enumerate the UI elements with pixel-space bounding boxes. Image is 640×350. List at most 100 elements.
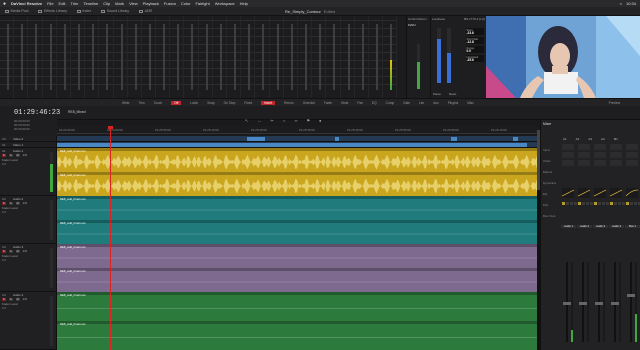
- preview-toggle[interactable]: Preview: [609, 101, 640, 105]
- mute-button[interactable]: M: [15, 153, 20, 157]
- solo-button[interactable]: S: [8, 297, 13, 301]
- mixer-slot[interactable]: [562, 144, 574, 150]
- marker-icon[interactable]: ●: [319, 118, 321, 123]
- apple-icon[interactable]: ●: [3, 1, 6, 7]
- mixer-fader-cap[interactable]: [611, 302, 619, 305]
- automation-snap[interactable]: Snap: [207, 101, 214, 105]
- video-clip[interactable]: [513, 137, 518, 141]
- automation-latch[interactable]: Latch: [190, 101, 198, 105]
- track-name[interactable]: Audio 2: [13, 197, 23, 201]
- mixer-slot[interactable]: [594, 160, 606, 166]
- control-room-mode[interactable]: MAIN: [408, 23, 429, 27]
- project-name[interactable]: Re_Simply_Contour: [285, 9, 321, 14]
- adr-button[interactable]: ADR: [134, 9, 157, 13]
- mixer-slot[interactable]: [610, 144, 622, 150]
- menu-help[interactable]: Help: [240, 1, 248, 6]
- mixer-small-button[interactable]: [586, 202, 589, 205]
- audio-lane-a1[interactable]: RE8_Add_Final.mov RE8_Add_Final.mov: [57, 148, 537, 196]
- mixer-strip-label[interactable]: Audio 4: [609, 225, 624, 228]
- menu-color[interactable]: Color: [181, 1, 191, 6]
- mixer-slot[interactable]: [594, 152, 606, 158]
- mixer-slot[interactable]: [578, 144, 590, 150]
- timeline-name[interactable]: RE8_Mixed: [68, 110, 86, 114]
- eq-curve[interactable]: [561, 188, 575, 198]
- solo-button[interactable]: S: [8, 153, 13, 157]
- track-name[interactable]: Audio 4: [13, 293, 23, 297]
- mixer-fader-cap[interactable]: [627, 294, 635, 297]
- mixer-small-button[interactable]: [634, 202, 637, 205]
- mixer-strip-label[interactable]: Bus 1: [625, 225, 640, 228]
- audio-lane-a3[interactable]: RE8_Add_Final.mov RE8_Add_Final.mov: [57, 244, 537, 292]
- automation-return[interactable]: Return: [284, 101, 294, 105]
- mixer-fader-cap[interactable]: [595, 302, 603, 305]
- automation-plugins[interactable]: Plugins: [448, 101, 458, 105]
- menu-playback[interactable]: Playback: [143, 1, 159, 6]
- mixer-small-button[interactable]: [566, 202, 569, 205]
- range-tool-icon[interactable]: ↔: [257, 118, 261, 123]
- record-arm-button[interactable]: R: [2, 201, 6, 205]
- menu-fairlight[interactable]: Fairlight: [195, 1, 209, 6]
- video-clip[interactable]: [247, 137, 265, 141]
- automation-overdub[interactable]: Overdub: [303, 101, 315, 105]
- wifi-icon[interactable]: ≈: [620, 1, 622, 6]
- track-format[interactable]: 2.0: [2, 210, 55, 214]
- audio-lane-a4[interactable]: RE8_Add_Final.mov RE8_Add_Final.mov: [57, 292, 537, 350]
- mixer-slot[interactable]: [610, 152, 622, 158]
- track-name[interactable]: Audio 1: [13, 149, 23, 153]
- mixer-small-button[interactable]: [570, 202, 573, 205]
- mute-button[interactable]: M: [15, 249, 20, 253]
- automation-fader[interactable]: Fader: [324, 101, 332, 105]
- automation-eq[interactable]: EQ: [372, 101, 377, 105]
- flag-icon[interactable]: ⚑: [306, 118, 310, 123]
- automation-insert[interactable]: Insert: [261, 100, 276, 105]
- eq-curve[interactable]: [609, 188, 623, 198]
- automation-pan[interactable]: Pan: [357, 101, 363, 105]
- menu-fusion[interactable]: Fusion: [164, 1, 176, 6]
- automation-mute[interactable]: Mute: [341, 101, 348, 105]
- track-name[interactable]: Video 2: [13, 137, 23, 141]
- mixer-fader-track[interactable]: [630, 262, 632, 342]
- menu-mark[interactable]: Mark: [115, 1, 124, 6]
- track-format[interactable]: 2.0: [2, 306, 55, 310]
- audio-lane-a2[interactable]: RE8_Add_Final.mov RE8_Add_Final.mov: [57, 196, 537, 244]
- timeline-area[interactable]: RE8_Add_Final.mov RE8_Add_Final.mov RE8_Ad…: [57, 136, 537, 350]
- track-name[interactable]: Audio 3: [13, 245, 23, 249]
- time-ruler[interactable]: 01:24:40:00 01:24:50:00 01:25:00:00 01:25:1…: [57, 126, 537, 134]
- mixer-small-button[interactable]: [562, 202, 565, 205]
- automation-gate[interactable]: Gate: [403, 101, 410, 105]
- loudness-pause-button[interactable]: Pause: [433, 92, 441, 96]
- effects-library-button[interactable]: Effects Library: [33, 9, 71, 13]
- track-format[interactable]: 2.0: [2, 162, 55, 166]
- blade-tool-icon[interactable]: ✂: [270, 118, 273, 123]
- mixer-small-button[interactable]: [614, 202, 617, 205]
- pointer-tool-icon[interactable]: ↖: [245, 118, 248, 123]
- mixer-small-button[interactable]: [626, 202, 629, 205]
- track-format[interactable]: 2.0: [2, 258, 55, 262]
- mixer-slot[interactable]: [562, 152, 574, 158]
- video-clip[interactable]: [335, 137, 339, 141]
- automation-trim[interactable]: Trim: [138, 101, 144, 105]
- playhead[interactable]: [110, 127, 111, 350]
- mixer-small-button[interactable]: [598, 202, 601, 205]
- video-viewer[interactable]: [486, 16, 640, 98]
- mixer-slot[interactable]: [626, 160, 638, 166]
- mixer-small-button[interactable]: [594, 202, 597, 205]
- record-arm-button[interactable]: R: [2, 297, 6, 301]
- video-clip[interactable]: [451, 137, 457, 141]
- solo-button[interactable]: S: [8, 201, 13, 205]
- mixer-strip-label[interactable]: Audio 2: [577, 225, 592, 228]
- record-arm-button[interactable]: R: [2, 249, 6, 253]
- mixer-small-button[interactable]: [630, 202, 633, 205]
- mute-button[interactable]: M: [15, 201, 20, 205]
- automation-off[interactable]: Off: [171, 100, 182, 105]
- menu-view[interactable]: View: [129, 1, 138, 6]
- menu-clip[interactable]: Clip: [103, 1, 110, 6]
- automation-lim[interactable]: Lim: [419, 101, 424, 105]
- automation-comp[interactable]: Comp: [386, 101, 395, 105]
- automation-write[interactable]: Write: [122, 101, 129, 105]
- media-pool-button[interactable]: Media Pool: [0, 9, 33, 13]
- record-arm-button[interactable]: R: [2, 153, 6, 157]
- automation-touch[interactable]: Touch: [154, 101, 163, 105]
- automation-fixed[interactable]: Fixed: [244, 101, 252, 105]
- menu-timeline[interactable]: Timeline: [83, 1, 98, 6]
